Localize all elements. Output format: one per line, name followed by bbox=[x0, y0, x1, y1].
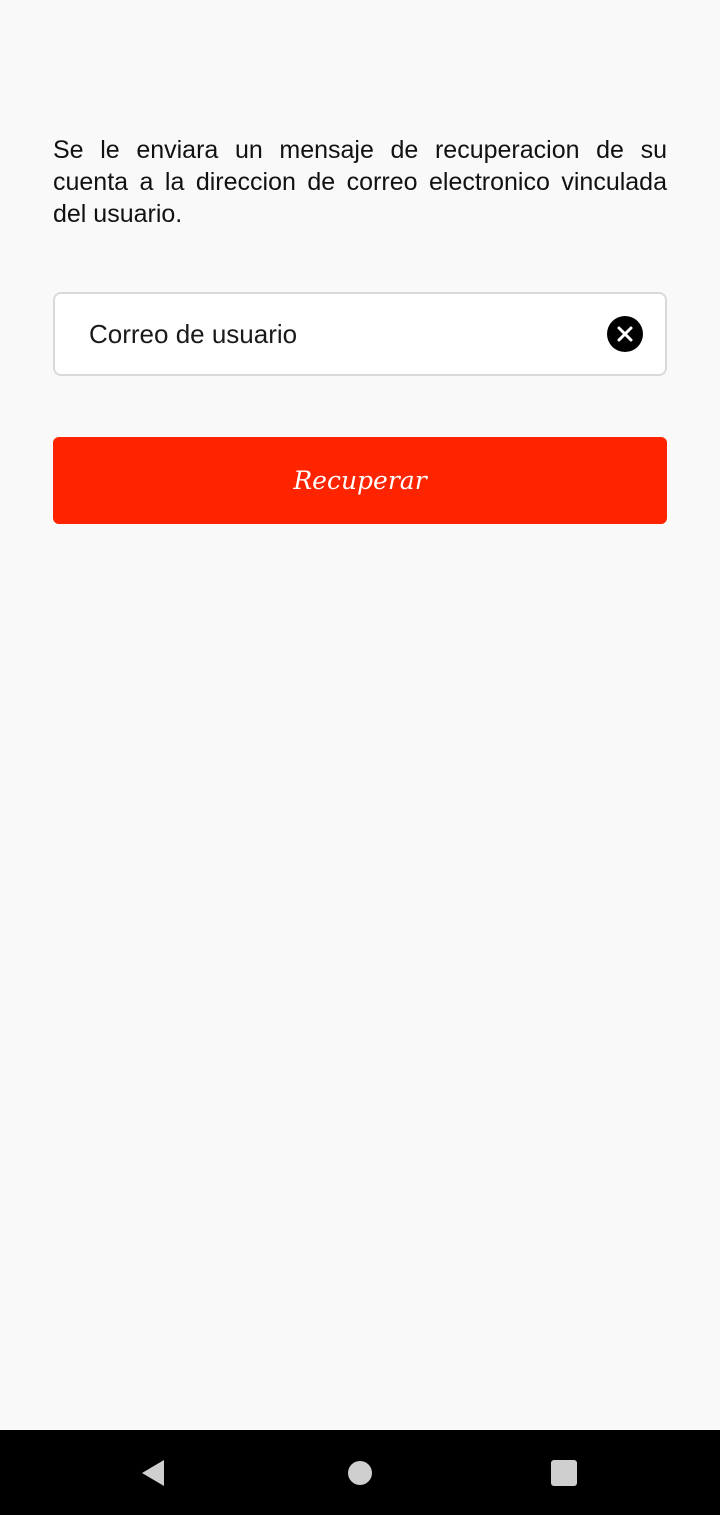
recover-button[interactable]: Recuperar bbox=[53, 437, 667, 524]
home-icon[interactable] bbox=[310, 1430, 410, 1515]
recovery-form: Se le enviara un mensaje de recuperacion… bbox=[53, 134, 667, 230]
email-field[interactable] bbox=[53, 292, 667, 376]
instructions-text: Se le enviara un mensaje de recuperacion… bbox=[53, 136, 667, 228]
system-navigation-bar bbox=[0, 1430, 720, 1515]
email-input[interactable] bbox=[55, 294, 607, 374]
clear-icon[interactable] bbox=[607, 316, 643, 352]
back-icon[interactable] bbox=[103, 1430, 203, 1515]
recents-icon[interactable] bbox=[514, 1430, 614, 1515]
